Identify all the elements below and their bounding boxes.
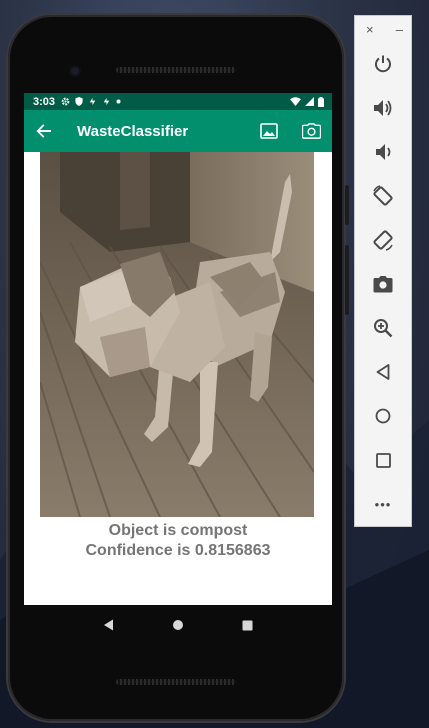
minimize-window-button[interactable]: – [396, 22, 403, 42]
classified-photo [40, 152, 314, 517]
status-time: 3:03 [33, 95, 56, 108]
nav-back-button[interactable] [94, 610, 124, 640]
volume-side-button[interactable] [345, 245, 349, 315]
app-toolbar: WasteClassifier [24, 110, 332, 152]
back-arrow-icon [36, 124, 51, 138]
gallery-icon [260, 123, 278, 139]
wifi-icon [290, 97, 301, 106]
overview-icon [375, 452, 391, 468]
sync-icon [89, 97, 96, 106]
back-button[interactable] [24, 110, 64, 152]
volume-down-button[interactable] [355, 130, 411, 174]
overview-button-emulator[interactable] [355, 438, 411, 482]
volume-up-button[interactable] [355, 86, 411, 130]
close-window-button[interactable]: × [366, 22, 374, 42]
rotate-left-button[interactable] [355, 174, 411, 218]
classification-result: Object is compost Confidence is 0.815686… [24, 521, 332, 561]
top-speaker [116, 67, 236, 73]
rotate-right-icon [373, 230, 393, 251]
back-icon [376, 364, 390, 380]
nav-recents-button[interactable] [232, 610, 262, 640]
home-button-emulator[interactable] [355, 394, 411, 438]
recents-square-icon [242, 620, 253, 630]
app-title: WasteClassifier [77, 122, 189, 140]
home-circle-icon [172, 620, 183, 630]
back-triangle-icon [103, 619, 113, 631]
signal-icon [305, 97, 314, 106]
volume-up-icon [374, 100, 392, 116]
battery-icon [318, 96, 324, 107]
device-screen: 3:03 WasteClassifier Object is compost C… [24, 93, 332, 605]
screenshot-button[interactable] [355, 262, 411, 306]
navigation-bar [24, 605, 332, 645]
power-button[interactable] [355, 42, 411, 86]
shield-icon [75, 97, 83, 106]
result-confidence-label: Confidence is 0.8156863 [85, 542, 271, 559]
nav-home-button[interactable] [163, 610, 193, 640]
sync-icon [103, 97, 110, 106]
camera-button[interactable] [290, 110, 332, 152]
volume-down-icon [376, 144, 391, 160]
emulator-toolbar: × – ••• [354, 15, 412, 527]
bottom-speaker [116, 679, 236, 685]
power-side-button[interactable] [345, 185, 349, 225]
zoom-button[interactable] [355, 306, 411, 350]
rotate-right-button[interactable] [355, 218, 411, 262]
dot-icon [116, 99, 121, 104]
gear-icon [61, 97, 70, 106]
back-button-emulator[interactable] [355, 350, 411, 394]
camera-icon [301, 123, 321, 139]
zoom-icon [374, 319, 393, 338]
screenshot-icon [373, 276, 393, 293]
rotate-left-icon [373, 185, 393, 206]
gallery-button[interactable] [248, 110, 290, 152]
power-icon [375, 55, 391, 73]
front-camera [69, 65, 81, 77]
status-bar: 3:03 [24, 93, 332, 110]
result-object-label: Object is compost [108, 522, 248, 539]
home-icon [375, 408, 391, 424]
more-icon: ••• [374, 496, 392, 512]
more-button[interactable]: ••• [355, 482, 411, 526]
